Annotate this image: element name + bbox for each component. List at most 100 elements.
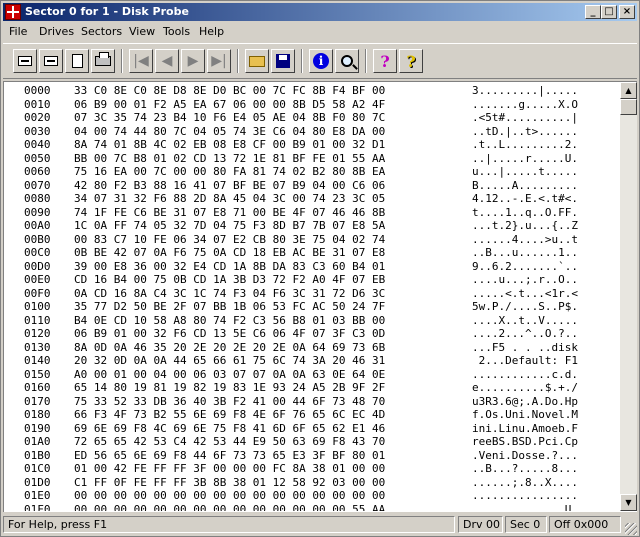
row-ascii[interactable]: ....X..t..V..... — [472, 314, 612, 328]
row-ascii[interactable]: ..|.....r.....U. — [472, 152, 612, 166]
row-ascii[interactable]: ...F5 . . ..disk — [472, 341, 612, 355]
row-bytes[interactable]: 65 14 80 19 81 19 82 19 83 1E 93 24 A5 2… — [74, 381, 460, 395]
open-button[interactable] — [245, 49, 269, 73]
title-bar[interactable]: Sector 0 for 1 - Disk Probe _ □ × — [3, 3, 637, 21]
context-help-button[interactable]: ? — [399, 49, 423, 73]
row-ascii[interactable]: .t..L.........2. — [472, 138, 612, 152]
row-offset: 0020 — [24, 111, 51, 124]
menu-tools[interactable]: Tools — [163, 25, 190, 38]
row-ascii[interactable]: 4.12..-.E.<.t#<. — [472, 192, 612, 206]
row-bytes[interactable]: 01 00 42 FE FF FF 3F 00 00 00 FC 8A 38 0… — [74, 462, 460, 476]
row-bytes[interactable]: 74 1F FE C6 BE 31 07 E8 71 00 BE 4F 07 4… — [74, 206, 460, 220]
row-bytes[interactable]: 75 33 52 33 DB 36 40 3B F2 41 00 44 6F 7… — [74, 395, 460, 409]
row-ascii[interactable]: ..B...?.....8... — [472, 462, 612, 476]
sector-view[interactable]: 0000 33 C0 8E C0 8E D8 8E D0 BC 00 7C FC … — [3, 81, 637, 512]
row-bytes[interactable]: 20 32 0D 0A 0A 44 65 66 61 75 6C 74 3A 2… — [74, 354, 460, 368]
row-offset: 0170 — [24, 394, 51, 408]
row-bytes[interactable]: 04 00 74 44 80 7C 04 05 74 3E C6 04 80 E… — [74, 125, 460, 139]
row-ascii[interactable]: ...t.2}.u...{..Z — [472, 219, 612, 233]
first-sector-button[interactable]: |◀ — [129, 49, 153, 73]
row-bytes[interactable]: 00 00 00 00 00 00 00 00 00 00 00 00 00 0… — [74, 503, 460, 512]
row-bytes[interactable]: 75 16 EA 00 7C 00 00 80 FA 81 74 02 B2 8… — [74, 165, 460, 179]
row-ascii[interactable]: 9..6.2.......`.. — [472, 260, 612, 274]
row-ascii[interactable]: 5w.P./....S..P$. — [472, 300, 612, 314]
hex-dump[interactable]: 0000 33 C0 8E C0 8E D8 8E D0 BC 00 7C FC … — [4, 82, 618, 511]
row-ascii[interactable]: 3.........|..... — [472, 84, 612, 98]
last-sector-button[interactable]: ▶| — [207, 49, 231, 73]
row-ascii[interactable]: ..B...u......1.. — [472, 246, 612, 260]
print-button[interactable] — [91, 49, 115, 73]
scroll-thumb[interactable] — [620, 99, 637, 115]
menu-file[interactable]: File — [9, 25, 27, 38]
row-ascii[interactable]: e..........$.+./ — [472, 381, 612, 395]
scroll-up-button[interactable]: ▲ — [620, 82, 637, 99]
row-bytes[interactable]: 0A CD 16 8A C4 3C 1C 74 F3 04 F6 3C 31 7… — [74, 287, 460, 301]
row-ascii[interactable]: ini.Linu.Amoeb.F — [472, 422, 612, 436]
close-button[interactable]: × — [619, 5, 635, 19]
menu-view[interactable]: View — [129, 25, 155, 38]
row-ascii[interactable]: B.....A......... — [472, 179, 612, 193]
row-bytes[interactable]: 0B BE 42 07 0A F6 75 0A CD 18 EB AC BE 3… — [74, 246, 460, 260]
row-ascii[interactable]: .....<.t...<1r.< — [472, 287, 612, 301]
scroll-down-button[interactable]: ▼ — [620, 494, 637, 511]
read-sector-button[interactable] — [13, 49, 37, 73]
row-ascii[interactable]: ..tD.|..t>...... — [472, 125, 612, 139]
prev-sector-button[interactable]: ◀ — [155, 49, 179, 73]
resize-grip[interactable] — [625, 523, 637, 535]
row-bytes[interactable]: 1C 0A FF 74 05 32 7D 04 75 F3 8D B7 7B 0… — [74, 219, 460, 233]
app-icon[interactable] — [5, 4, 21, 20]
vertical-scrollbar[interactable]: ▲ ▼ — [620, 82, 637, 511]
row-bytes[interactable]: 8A 74 01 8B 4C 02 EB 08 E8 CF 00 B9 01 0… — [74, 138, 460, 152]
row-ascii[interactable]: reeBS.BSD.Pci.Cp — [472, 435, 612, 449]
row-ascii[interactable]: u...|.....t..... — [472, 165, 612, 179]
row-bytes[interactable]: 00 00 00 00 00 00 00 00 00 00 00 00 00 0… — [74, 489, 460, 503]
minimize-button[interactable]: _ — [585, 5, 601, 19]
row-ascii[interactable]: f.Os.Uni.Novel.M — [472, 408, 612, 422]
help-button[interactable]: ? — [373, 49, 397, 73]
copy-button[interactable] — [65, 49, 89, 73]
row-bytes[interactable]: B4 0E CD 10 58 A8 80 74 F2 C3 56 B8 01 0… — [74, 314, 460, 328]
save-button[interactable] — [271, 49, 295, 73]
row-ascii[interactable]: ............c.d. — [472, 368, 612, 382]
row-ascii[interactable]: .......g.....X.O — [472, 98, 612, 112]
row-bytes[interactable]: 69 6E 69 F8 4C 69 6E 75 F8 41 6D 6F 65 6… — [74, 422, 460, 436]
menu-sectors[interactable]: Sectors — [81, 25, 122, 38]
row-ascii[interactable]: ......;.8..X.... — [472, 476, 612, 490]
row-bytes[interactable]: 06 B9 01 00 32 F6 CD 13 5E C6 06 4F 07 3… — [74, 327, 460, 341]
row-bytes[interactable]: C1 FF 0F FE FF FF 3B 8B 38 01 12 58 92 0… — [74, 476, 460, 490]
open-folder-icon — [249, 55, 265, 67]
row-ascii[interactable]: t....1..q..O.FF. — [472, 206, 612, 220]
row-ascii[interactable]: ..............U. — [472, 503, 612, 512]
row-bytes[interactable]: 72 65 65 42 53 C4 42 53 44 E9 50 63 69 F… — [74, 435, 460, 449]
row-bytes[interactable]: 33 C0 8E C0 8E D8 8E D0 BC 00 7C FC 8B F… — [74, 84, 460, 98]
row-ascii[interactable]: u3R3.6@;.A.Do.Hp — [472, 395, 612, 409]
row-ascii[interactable]: ....2...^..O.?.. — [472, 327, 612, 341]
search-button[interactable] — [335, 49, 359, 73]
row-bytes[interactable]: 07 3C 35 74 23 B4 10 F6 E4 05 AE 04 8B F… — [74, 111, 460, 125]
row-bytes[interactable]: BB 00 7C B8 01 02 CD 13 72 1E 81 BF FE 0… — [74, 152, 460, 166]
row-ascii[interactable]: .<5t#..........| — [472, 111, 612, 125]
row-bytes[interactable]: CD 16 B4 00 75 0B CD 1A 3B D3 72 F2 A0 4… — [74, 273, 460, 287]
row-ascii[interactable]: .Veni.Dosse.?... — [472, 449, 612, 463]
row-bytes[interactable]: 42 80 F2 B3 88 16 41 07 BF BE 07 B9 04 0… — [74, 179, 460, 193]
row-ascii[interactable]: ................ — [472, 489, 612, 503]
row-bytes[interactable]: 35 77 D2 50 BE 2F 07 BB 1B 06 53 FC AC 5… — [74, 300, 460, 314]
row-bytes[interactable]: ED 56 65 6E 69 F8 44 6F 73 73 65 E3 3F B… — [74, 449, 460, 463]
row-bytes[interactable]: 06 B9 00 01 F2 A5 EA 67 06 00 00 8B D5 5… — [74, 98, 460, 112]
write-sector-button[interactable] — [39, 49, 63, 73]
maximize-button[interactable]: □ — [601, 5, 617, 19]
row-bytes[interactable]: 34 07 31 32 F6 88 2D 8A 45 04 3C 00 74 2… — [74, 192, 460, 206]
row-bytes[interactable]: A0 00 01 00 04 00 06 03 07 07 0A 0A 63 0… — [74, 368, 460, 382]
row-ascii[interactable]: 2...Default: F1 — [472, 354, 612, 368]
menu-drives[interactable]: Drives — [39, 25, 74, 38]
row-offset: 00C0 — [24, 246, 51, 259]
row-bytes[interactable]: 8A 0D 0A 46 35 20 2E 20 2E 20 2E 0A 64 6… — [74, 341, 460, 355]
row-bytes[interactable]: 00 83 C7 10 FE 06 34 07 E2 CB 80 3E 75 0… — [74, 233, 460, 247]
row-bytes[interactable]: 39 00 E8 36 00 32 E4 CD 1A 8B DA 83 C3 6… — [74, 260, 460, 274]
menu-help[interactable]: Help — [199, 25, 224, 38]
row-bytes[interactable]: 66 F3 4F 73 B2 55 6E 69 F8 4E 6F 76 65 6… — [74, 408, 460, 422]
info-button[interactable]: i — [309, 49, 333, 73]
next-sector-button[interactable]: ▶ — [181, 49, 205, 73]
row-ascii[interactable]: ......4....>u..t — [472, 233, 612, 247]
row-ascii[interactable]: ....u...;.r..O.. — [472, 273, 612, 287]
